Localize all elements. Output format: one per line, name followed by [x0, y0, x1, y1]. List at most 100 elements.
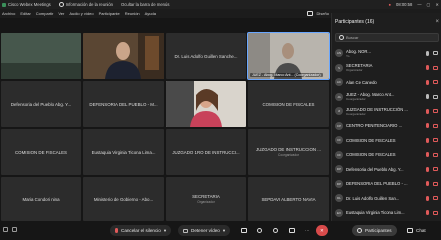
- mic-off-icon[interactable]: [426, 181, 429, 186]
- menu-participante[interactable]: Participante: [99, 11, 120, 16]
- participant-row[interactable]: CP CENTRO PENITENCIARIO ...: [332, 119, 441, 133]
- video-tile[interactable]: DEFENSORIA DEL PUEBLO - M...: [83, 81, 164, 127]
- participant-status: [426, 94, 438, 99]
- avatar: CF: [335, 150, 343, 159]
- avatar: CP: [335, 121, 343, 130]
- share-icon: [241, 228, 247, 233]
- chat-icon: [407, 228, 413, 233]
- participant-row[interactable]: DP DEFENSORIA DEL PUEBLO - ...: [332, 177, 441, 191]
- search-input[interactable]: Buscar: [335, 33, 439, 42]
- layout-icon[interactable]: [306, 11, 313, 16]
- tile-role: Organizador: [197, 200, 215, 204]
- video-tile[interactable]: JUZGADO DE INSTRUCCION ... Coorganizador: [248, 129, 329, 175]
- apps-button[interactable]: [284, 225, 300, 236]
- video-tile[interactable]: COMISION DE FISCALES: [1, 129, 81, 175]
- menu-editar[interactable]: Editar: [20, 11, 30, 16]
- menu-audio-video[interactable]: Audio y vídeo: [69, 11, 93, 16]
- tile-name: COMISION DE FISCALES: [15, 149, 67, 155]
- participant-text: Abog. NOR... Yo: [346, 49, 408, 58]
- participant-text: JUZGADO DE INSTRUCCIÓN ... Coorganizador: [346, 107, 408, 116]
- chat-button[interactable]: Chat: [402, 225, 431, 236]
- minimize-icon[interactable]: —: [417, 2, 421, 7]
- app-title[interactable]: Cisco Webex Meetings: [2, 2, 51, 7]
- mic-icon[interactable]: [426, 50, 429, 56]
- unmute-button[interactable]: Cancelar el silencio ▾: [110, 225, 172, 236]
- mic-off-icon[interactable]: [426, 152, 429, 157]
- video-tile[interactable]: SEPDAVI ALBERTO NAVIA: [248, 177, 329, 221]
- participant-row[interactable]: S SECRETARIA Organizador: [332, 61, 441, 75]
- stop-video-button[interactable]: Detener vídeo ▾: [178, 225, 231, 236]
- close-panel-icon[interactable]: ×: [435, 19, 439, 25]
- participants-icon: [357, 228, 362, 233]
- more-options-button[interactable]: ···: [300, 225, 315, 236]
- grid-view-icon[interactable]: [12, 227, 17, 232]
- chevron-down-icon: ▾: [163, 227, 167, 233]
- mic-off-icon[interactable]: [426, 79, 429, 85]
- participant-row[interactable]: AC Alan Ce Canedo: [332, 75, 441, 89]
- window-controls: ● 08:00:58 — ▢ ✕: [388, 0, 439, 9]
- participants-panel: Participantes (16) × Buscar AN Abog. NOR.…: [331, 13, 441, 223]
- video-tile[interactable]: Maria Condori nina: [1, 177, 81, 221]
- video-tile[interactable]: [1, 33, 81, 79]
- menu-compartir[interactable]: Compartir: [36, 11, 54, 16]
- panel-header: Participantes (16) ×: [332, 17, 441, 27]
- video-tile-active-speaker[interactable]: JUEZ - Abog. Marco Ant... (Coorganizador…: [247, 32, 330, 80]
- participant-row[interactable]: CF COMISION DE FISCALES: [332, 148, 441, 162]
- apps-icon: [289, 228, 295, 233]
- mic-off-icon[interactable]: [426, 166, 429, 172]
- mic-off-icon[interactable]: [426, 65, 429, 70]
- video-tile[interactable]: Ministerio de Gobierno - Abo...: [83, 177, 164, 221]
- mic-off-icon[interactable]: [426, 108, 429, 114]
- menu-reunion[interactable]: Reunión: [125, 11, 140, 16]
- record-button[interactable]: [252, 225, 267, 236]
- share-button[interactable]: [236, 225, 252, 236]
- video-tile[interactable]: SECRETARIA Organizador: [166, 177, 246, 221]
- view-options: [3, 227, 17, 232]
- maximize-icon[interactable]: ▢: [427, 2, 431, 7]
- video-tile[interactable]: [166, 81, 246, 127]
- mic-icon[interactable]: [426, 94, 429, 99]
- menu-ver[interactable]: Ver: [58, 11, 64, 16]
- close-icon[interactable]: ✕: [435, 2, 439, 7]
- meeting-info-button[interactable]: Información de la reunión: [58, 2, 113, 7]
- hide-menubar-button[interactable]: Ocultar la barra de menús: [121, 2, 169, 7]
- participant-text: Dr. Luis Adolfo Guillen San...: [346, 196, 408, 201]
- participant-row[interactable]: JA JUEZ - Abog. Marco Ant... Coorganizador: [332, 90, 441, 104]
- participant-status: [426, 137, 438, 143]
- mic-off-icon[interactable]: [426, 137, 429, 143]
- participant-row[interactable]: AN Abog. NOR... Yo: [332, 46, 441, 60]
- mic-off-icon[interactable]: [426, 123, 429, 128]
- info-icon[interactable]: [3, 227, 8, 232]
- meeting-time: 08:00:58: [396, 2, 413, 7]
- participant-status: [426, 195, 438, 201]
- reactions-button[interactable]: [268, 225, 283, 236]
- avatar: JI: [335, 107, 343, 115]
- layout-label[interactable]: Diseño: [317, 11, 329, 16]
- tile-name: Ministerio de Gobierno - Abo...: [93, 196, 154, 202]
- video-tile[interactable]: [83, 33, 164, 79]
- participants-button[interactable]: Participantes: [352, 225, 397, 236]
- participant-text: Eustaquia Virginia Ticona Lim...: [346, 210, 408, 215]
- menu-archivo[interactable]: Archivo: [2, 11, 15, 16]
- participant-status: [426, 123, 438, 128]
- title-bar: Cisco Webex Meetings Información de la r…: [0, 0, 441, 9]
- leave-meeting-button[interactable]: ✕: [316, 225, 328, 236]
- video-tile[interactable]: Eustaquia Virginia Ticona Lima...: [83, 129, 164, 175]
- participant-row[interactable]: DL Dr. Luis Adolfo Guillen San...: [332, 191, 441, 205]
- meeting-controls: Cancelar el silencio ▾ Detener vídeo ▾ ·…: [0, 221, 441, 240]
- camera-icon: [433, 51, 438, 55]
- menu-ayuda[interactable]: Ayuda: [145, 11, 156, 16]
- participant-row[interactable]: JI JUZGADO DE INSTRUCCIÓN ... Coorganizado…: [332, 104, 441, 118]
- camera-off-icon: [433, 109, 438, 113]
- mic-off-icon[interactable]: [426, 195, 429, 201]
- participant-row[interactable]: CF COMISION DE FISCALES: [332, 133, 441, 147]
- mic-off-icon[interactable]: [426, 210, 429, 215]
- video-tile[interactable]: COMISION DE FISCALES: [248, 81, 329, 127]
- video-tile[interactable]: JUZGADO 1RO DE INSTRUCCI...: [166, 129, 246, 175]
- search-placeholder: Buscar: [346, 35, 359, 40]
- participant-row[interactable]: DP Defensoria del Pueblo Abg. Y...: [332, 162, 441, 176]
- video-tile[interactable]: Dr. Luis Adolfo Guillen Sanche...: [166, 33, 246, 79]
- participant-name: DEFENSORIA DEL PUEBLO - ...: [346, 181, 408, 186]
- participant-row[interactable]: EV Eustaquia Virginia Ticona Lim...: [332, 206, 441, 220]
- video-tile[interactable]: Defensoria del Pueblo Abg. Y...: [1, 81, 81, 127]
